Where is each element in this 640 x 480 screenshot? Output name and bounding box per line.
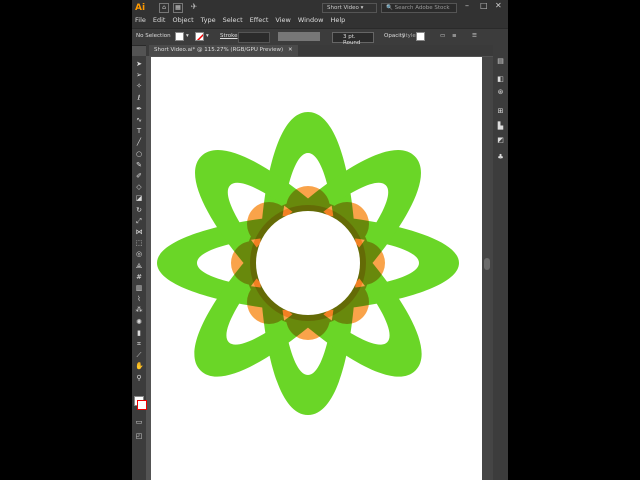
home-icon[interactable]: ⌂ [159,3,169,13]
stroke-dropdown-icon[interactable]: ▾ [206,33,209,39]
artboard-tool-icon[interactable]: ⌗ [135,340,143,348]
blend-icon[interactable]: ⁂ [135,306,143,314]
menu-object[interactable]: Object [172,16,193,24]
menu-file[interactable]: File [135,16,146,24]
free-transform-icon[interactable]: ⬚ [135,239,143,247]
scroll-thumb[interactable] [484,258,490,270]
width-icon[interactable]: ⋈ [135,228,143,236]
fill-dropdown-icon[interactable]: ▾ [186,33,189,39]
stroke-swatch[interactable] [195,32,204,41]
screen-mode-icon[interactable]: ◰ [135,432,143,440]
workspace-switcher[interactable]: Short Video ▾ [322,3,377,13]
graphic-style-swatch[interactable] [416,32,425,41]
panel-dock: ▤ ◧ ⊛ ⊞ ▙ ◩ ♣ [493,45,508,480]
eraser-icon[interactable]: ◪ [135,194,143,202]
symbols-panel-icon[interactable]: ♣ [496,153,505,162]
control-bar: No Selection ▾ ▾ Stroke 3 pt. Round Opac… [132,28,508,46]
symbol-sprayer-icon[interactable]: ✺ [135,318,143,326]
panel-menu-icon[interactable]: ☰ [472,33,477,39]
shaper-icon[interactable]: ◇ [135,183,143,191]
pathfinder-panel-icon[interactable]: ◩ [496,136,505,145]
tab-close-icon[interactable]: ✕ [288,47,293,53]
eyedropper-icon[interactable]: ⌇ [135,295,143,303]
slice-icon[interactable]: ⟋ [135,351,143,359]
variable-width-profile[interactable] [278,32,320,41]
illustrator-logo: Ai [135,3,146,13]
toolbar-stroke-swatch[interactable] [137,400,147,410]
graph-icon[interactable]: ▮ [135,329,143,337]
flower-center [256,211,360,315]
type-icon[interactable]: T [135,127,143,135]
stroke-weight-field[interactable] [238,32,270,43]
line-icon[interactable]: ╱ [135,138,143,146]
lasso-icon[interactable]: ℓ [135,94,143,102]
close-icon[interactable]: ✕ [495,1,502,10]
ellipse-icon[interactable]: ○ [135,150,143,158]
menu-help[interactable]: Help [330,16,345,24]
toolbar: ➤ ➢ ✧ ℓ ✒ ∿ T ╱ ○ ✎ ✐ ◇ ◪ ↻ ⤢ ⋈ ⬚ ◎ ⟁ # ▥ ⌇ ⁂ ✺ ▮ ⌗ ⟋ ✋ ⚲ ▭ ◰ [132,56,147,480]
style-label: Style [402,33,416,39]
search-stock-field[interactable]: 🔍 Search Adobe Stock [381,3,457,13]
main-menu: File Edit Object Type Select Effect View… [135,16,345,24]
scale-icon[interactable]: ⤢ [135,217,143,225]
artboard[interactable] [151,57,482,480]
pen-icon[interactable]: ✒ [135,105,143,113]
document-setup-icon[interactable]: ▭ [440,33,445,39]
perspective-icon[interactable]: ⟁ [135,262,143,270]
fill-swatch[interactable] [175,32,184,41]
brush-definition[interactable]: 3 pt. Round [332,32,374,46]
maximize-icon[interactable]: □ [480,1,488,10]
layers-panel-icon[interactable]: ◧ [496,75,505,84]
rotate-icon[interactable]: ↻ [135,206,143,214]
share-icon[interactable]: ✈ [189,3,199,13]
hand-icon[interactable]: ✋ [135,362,144,370]
mesh-icon[interactable]: # [135,273,143,281]
illustrator-window: Ai ⌂ ▦ ✈ Short Video ▾ 🔍 Search Adobe St… [132,0,508,480]
pencil-icon[interactable]: ✐ [135,172,143,180]
arrange-documents-icon[interactable]: ▦ [173,3,183,13]
menu-edit[interactable]: Edit [153,16,166,24]
gradient-icon[interactable]: ▥ [135,284,143,292]
stroke-label[interactable]: Stroke [220,33,238,39]
menu-type[interactable]: Type [201,16,216,24]
flower-artwork [157,112,459,415]
menu-view[interactable]: View [275,16,290,24]
direct-select-icon[interactable]: ➢ [135,71,143,79]
menu-window[interactable]: Window [298,16,324,24]
libraries-panel-icon[interactable]: ⊛ [496,88,505,97]
magic-wand-icon[interactable]: ✧ [135,82,143,90]
selection-tool-icon[interactable]: ➤ [135,60,143,68]
properties-panel-icon[interactable]: ▤ [496,57,505,66]
menu-bar: Ai ⌂ ▦ ✈ Short Video ▾ 🔍 Search Adobe St… [132,0,508,28]
document-tab[interactable]: Short Video.ai* @ 115.27% (RGB/GPU Previ… [149,45,298,56]
shape-builder-icon[interactable]: ◎ [135,250,143,258]
search-placeholder: Search Adobe Stock [394,5,450,11]
none-slash-icon [196,33,203,40]
curvature-icon[interactable]: ∿ [135,116,143,124]
zoom-icon[interactable]: ⚲ [135,374,143,382]
align-panel-icon[interactable]: ▙ [496,122,505,131]
draw-mode-icon[interactable]: ▭ [135,418,143,426]
workspace-label: Short Video [327,5,359,11]
menu-effect[interactable]: Effect [250,16,269,24]
menu-select[interactable]: Select [223,16,243,24]
selection-status: No Selection [136,33,171,39]
document-tab-title: Short Video.ai* @ 115.27% (RGB/GPU Previ… [154,47,284,53]
document-tab-bar: Short Video.ai* @ 115.27% (RGB/GPU Previ… [146,45,493,56]
paintbrush-icon[interactable]: ✎ [135,161,143,169]
align-icon[interactable]: ≡ [452,33,457,39]
transform-panel-icon[interactable]: ⊞ [496,107,505,116]
minimize-icon[interactable]: – [465,1,469,10]
